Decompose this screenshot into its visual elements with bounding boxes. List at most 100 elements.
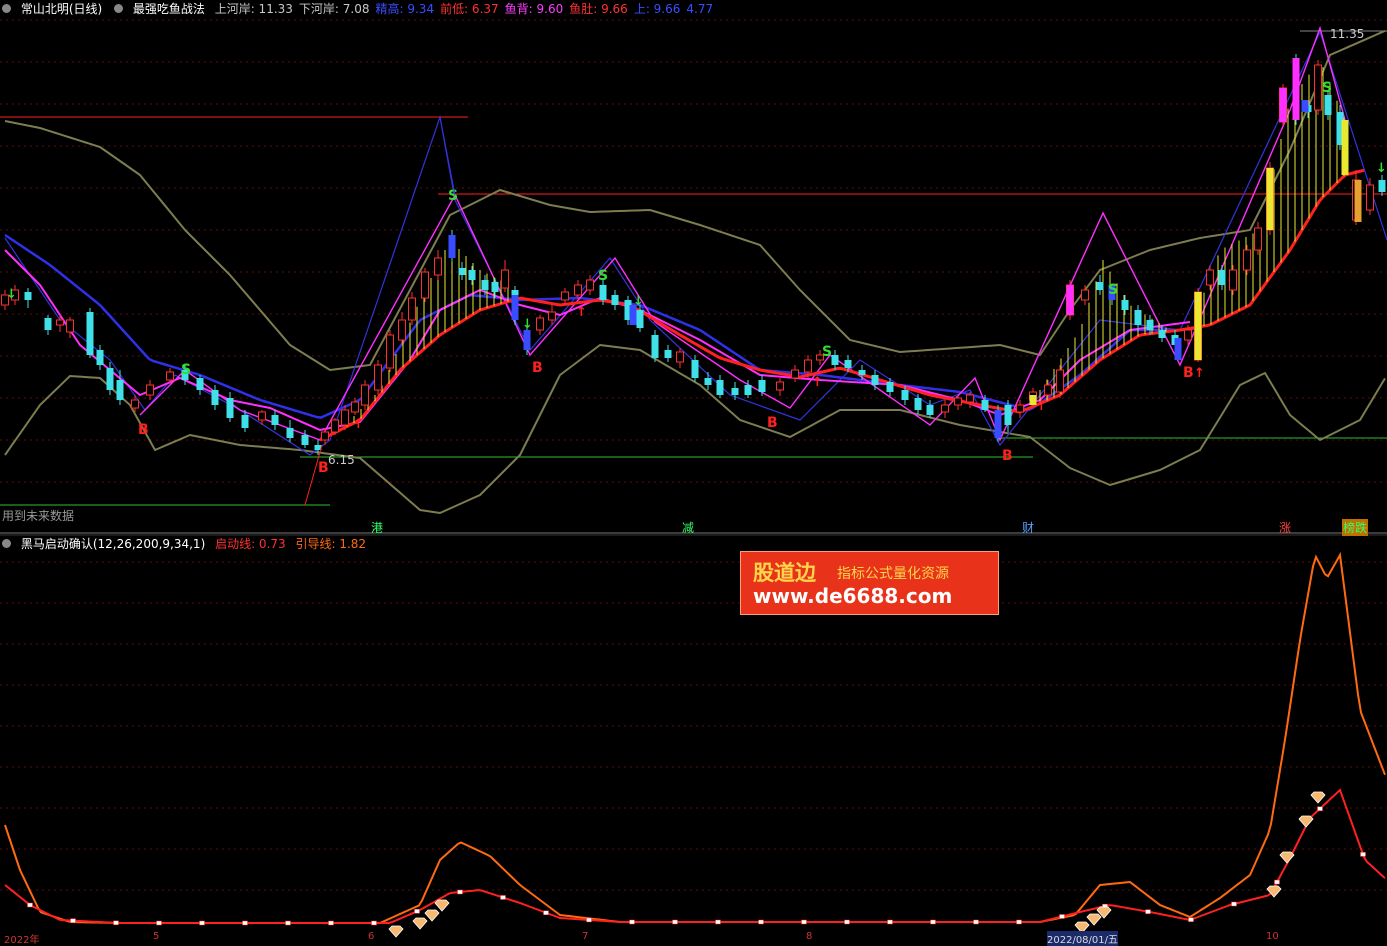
up-arrow-icon: ↑ xyxy=(353,417,364,432)
ad-url: www.de6688.com xyxy=(753,584,953,608)
event-marker-port[interactable]: 港 xyxy=(370,519,384,536)
sell-signal: S xyxy=(1108,282,1118,298)
signal-dot xyxy=(543,910,549,915)
candle-body xyxy=(331,419,339,433)
signal-dot xyxy=(1188,917,1194,922)
candle-body xyxy=(981,400,989,410)
candle-body xyxy=(1218,270,1226,285)
down-arrow-icon: ↓ xyxy=(1376,161,1387,176)
signal-candle xyxy=(511,295,519,320)
sell-signal: S xyxy=(598,268,608,284)
candle-body xyxy=(374,364,382,391)
buy-signal: B xyxy=(767,415,778,431)
candle-body xyxy=(1081,289,1089,301)
candle-body xyxy=(1378,180,1386,192)
candle-body xyxy=(434,257,442,276)
candle-body xyxy=(271,415,279,425)
kline-chart[interactable]: BBBBBBSSSSSS↓↓↓↓↑↑↑↑↑ xyxy=(0,0,1387,939)
candle-body xyxy=(1229,269,1237,291)
candle-body xyxy=(914,398,922,410)
candle-body xyxy=(1206,269,1214,286)
candle-body xyxy=(954,397,962,406)
future-data-note: 用到未来数据 xyxy=(2,509,75,523)
date-label: 8 xyxy=(806,931,813,942)
diamond-icon xyxy=(1310,791,1326,804)
event-marker-reduce[interactable]: 减 xyxy=(681,519,695,536)
candle-body xyxy=(731,388,739,395)
candle-body xyxy=(901,390,909,400)
down-arrow-icon: ↓ xyxy=(6,287,17,302)
signal-dot xyxy=(1360,852,1366,857)
buy-signal: B xyxy=(532,360,543,376)
candle-body xyxy=(871,375,879,385)
signal-dot xyxy=(199,920,205,926)
signal-dot xyxy=(156,920,162,926)
candle-body xyxy=(536,317,544,331)
up-arrow-icon: ↑ xyxy=(1194,366,1205,381)
candle-body xyxy=(341,409,349,426)
ad-banner[interactable]: 股道边 指标公式量化资源 www.de6688.com xyxy=(740,551,999,615)
diamond-icon xyxy=(388,925,404,938)
candle-body xyxy=(86,312,94,355)
signal-candle xyxy=(1266,168,1274,230)
signal-candle xyxy=(1066,285,1074,315)
candle-body xyxy=(1004,405,1012,425)
candle-body xyxy=(458,268,466,275)
signal-dot xyxy=(1317,806,1323,811)
buy-signal: B xyxy=(1002,448,1013,464)
candle-body xyxy=(716,380,724,395)
candle-body xyxy=(561,291,569,301)
diamond-icon xyxy=(1279,851,1295,864)
signal-dot xyxy=(715,919,721,925)
candle-body xyxy=(1314,64,1322,111)
signal-dot xyxy=(758,919,764,925)
candle-body xyxy=(96,350,104,365)
candle-body xyxy=(408,297,416,321)
signal-candle xyxy=(1194,292,1202,360)
up-arrow-icon: ↑ xyxy=(576,305,587,320)
signal-dot xyxy=(113,920,119,926)
signal-dot xyxy=(328,920,334,926)
signal-candle xyxy=(1354,180,1362,222)
signal-dot xyxy=(1231,901,1237,907)
date-label: 5 xyxy=(153,931,160,942)
event-marker-list-fall[interactable]: 榜跌 xyxy=(1342,519,1369,536)
candle-body xyxy=(1366,184,1374,211)
up-arrow-icon: ↑ xyxy=(1036,399,1047,414)
down-arrow-icon: ↓ xyxy=(633,294,644,309)
signal-dot xyxy=(1145,909,1151,914)
signal-candle xyxy=(1301,100,1309,112)
candle-body xyxy=(966,394,974,403)
diamond-icon xyxy=(434,899,450,912)
candle-body xyxy=(1254,227,1262,251)
candle-body xyxy=(301,435,309,445)
candle-body xyxy=(56,319,64,326)
candle-body xyxy=(776,381,784,391)
candle-body xyxy=(548,311,556,321)
candle-body xyxy=(586,279,594,291)
date-label: 10 xyxy=(1266,931,1279,942)
buy-signal: B xyxy=(1183,365,1194,381)
signal-dot xyxy=(285,920,291,926)
low-price-label: 6.15 xyxy=(328,453,355,467)
candle-body xyxy=(211,390,219,405)
candle-body xyxy=(831,355,839,365)
signal-dot xyxy=(500,895,506,900)
candle-body xyxy=(1121,300,1129,310)
candle-body xyxy=(858,370,866,375)
candle-body xyxy=(501,269,509,289)
diamond-icon xyxy=(424,909,440,922)
event-marker-finance[interactable]: 财 xyxy=(1021,519,1035,536)
candle-body xyxy=(421,271,429,299)
candle-body xyxy=(676,351,684,363)
candle-body xyxy=(1056,369,1064,393)
candle-body xyxy=(361,384,369,406)
candle-body xyxy=(1158,330,1166,338)
event-marker-rise[interactable]: 涨 xyxy=(1278,519,1292,536)
candle-body xyxy=(758,380,766,392)
candle-body xyxy=(481,280,489,290)
signal-dot xyxy=(844,919,850,925)
candle-body xyxy=(468,270,476,280)
candle-body xyxy=(66,319,74,333)
signal-dot xyxy=(27,902,33,908)
